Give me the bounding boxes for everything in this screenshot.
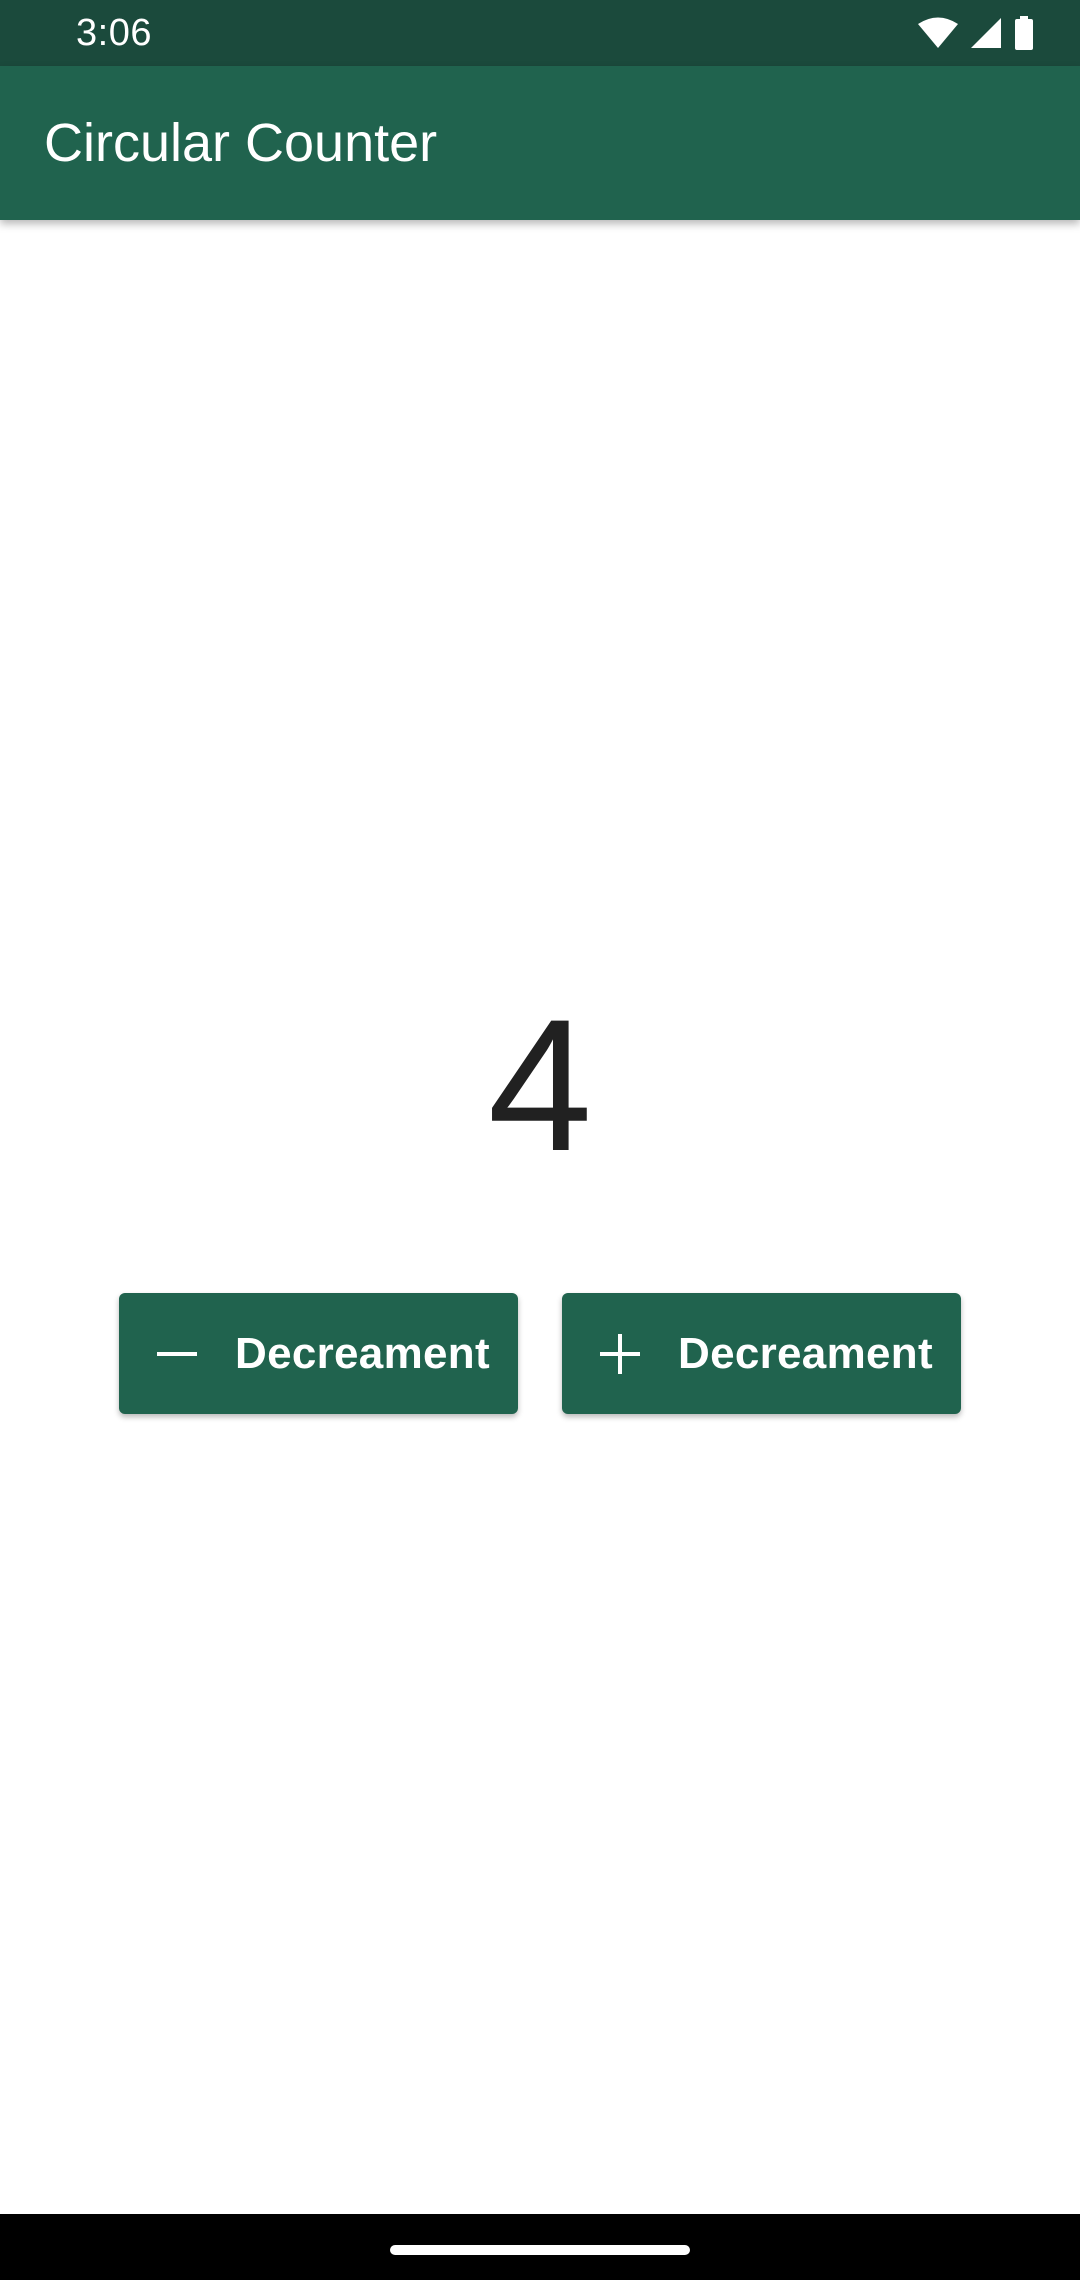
cell-signal-icon	[971, 18, 1001, 48]
status-time: 3:06	[76, 12, 152, 54]
plus-icon	[600, 1333, 640, 1374]
status-bar: 3:06	[0, 0, 1080, 66]
decrement-button-label: Decreament	[235, 1328, 490, 1378]
decrement-button[interactable]: Decreament	[119, 1293, 518, 1414]
screen: 3:06 Circular Counter 4 Decreament Decre…	[0, 0, 1080, 2280]
home-gesture-handle[interactable]	[390, 2245, 690, 2255]
wifi-icon	[918, 17, 958, 48]
increment-button[interactable]: Decreament	[562, 1293, 961, 1414]
increment-button-label: Decreament	[678, 1328, 933, 1378]
navigation-bar	[0, 2214, 1080, 2280]
minus-icon	[157, 1351, 197, 1356]
counter-value: 4	[487, 980, 593, 1190]
battery-icon	[1015, 16, 1033, 50]
app-title: Circular Counter	[44, 113, 438, 173]
app-bar: Circular Counter	[0, 66, 1080, 220]
status-icons	[918, 16, 1034, 50]
